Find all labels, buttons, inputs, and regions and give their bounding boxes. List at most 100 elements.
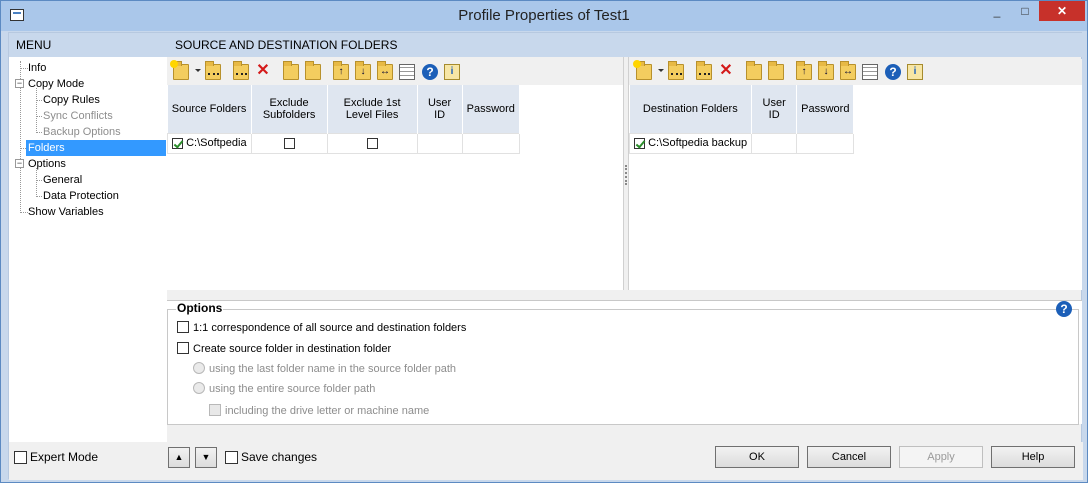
- password-cell[interactable]: [461, 132, 520, 154]
- destination-folders-header[interactable]: Destination Folders: [629, 85, 753, 133]
- password-header[interactable]: Password: [462, 85, 520, 133]
- menu-item-show-variables[interactable]: Show Variables: [26, 204, 106, 220]
- user-id-header[interactable]: User ID: [751, 85, 798, 133]
- user-id-header[interactable]: User ID: [417, 85, 463, 133]
- info-icon[interactable]: i: [444, 64, 460, 80]
- radio-last-folder-option[interactable]: using the last folder name in the source…: [193, 361, 456, 377]
- delete-icon[interactable]: ✕: [718, 63, 734, 80]
- title-bar[interactable]: Profile Properties of Test1 _ □ ✕: [1, 1, 1087, 31]
- columns-icon[interactable]: [399, 64, 415, 80]
- new-folder-star-icon[interactable]: [205, 61, 221, 80]
- menu-item-data-protection[interactable]: Data Protection: [41, 188, 121, 204]
- options-title: Options: [176, 301, 224, 315]
- next-page-button[interactable]: ▼: [195, 447, 217, 468]
- profile-properties-window: Profile Properties of Test1 _ □ ✕ MENU −…: [0, 0, 1088, 483]
- destination-folders-grid[interactable]: Destination Folders User ID Password C:\…: [628, 85, 1082, 290]
- include-drive-checkbox[interactable]: [209, 404, 221, 416]
- options-group: Options ? 1:1 correspondence of all sour…: [167, 300, 1082, 425]
- ok-button[interactable]: OK: [715, 446, 799, 468]
- menu-item-info[interactable]: Info: [26, 60, 48, 76]
- collapse-icon[interactable]: −: [15, 159, 24, 168]
- expert-mode-checkbox[interactable]: [14, 451, 27, 464]
- user-id-cell[interactable]: [416, 132, 463, 154]
- expert-mode-option[interactable]: Expert Mode: [14, 449, 98, 465]
- maximize-button[interactable]: □: [1011, 1, 1039, 21]
- destination-table: Destination Folders User ID Password C:\…: [628, 85, 855, 154]
- source-folder-checkbox[interactable]: [172, 137, 183, 149]
- info-icon[interactable]: i: [907, 64, 923, 80]
- options-help-icon[interactable]: ?: [1056, 301, 1072, 317]
- minimize-button[interactable]: _: [983, 1, 1011, 21]
- source-folders-grid[interactable]: Source Folders Exclude Subfolders Exclud…: [167, 85, 623, 290]
- destination-folder-cell[interactable]: C:\Softpedia backup: [628, 132, 753, 154]
- new-folder-icon[interactable]: [170, 60, 189, 80]
- exclude-first-level-cell[interactable]: [326, 132, 418, 154]
- destination-folder-checkbox[interactable]: [634, 137, 645, 149]
- menu-item-general[interactable]: General: [41, 172, 84, 188]
- help-button[interactable]: Help: [991, 446, 1075, 468]
- exclude-first-level-checkbox[interactable]: [366, 137, 378, 149]
- user-id-cell[interactable]: [751, 132, 798, 154]
- find-folder-icon[interactable]: [746, 61, 762, 80]
- source-folders-header[interactable]: Source Folders: [167, 85, 252, 133]
- menu-item-folders[interactable]: Folders: [26, 140, 166, 156]
- correspondence-checkbox[interactable]: [177, 321, 189, 333]
- create-source-checkbox[interactable]: [177, 342, 189, 354]
- menu-item-copy-mode[interactable]: Copy Mode: [26, 76, 86, 92]
- exclude-subfolders-checkbox[interactable]: [283, 137, 295, 149]
- create-source-option[interactable]: Create source folder in destination fold…: [177, 341, 391, 357]
- menu-item-copy-rules[interactable]: Copy Rules: [41, 92, 102, 108]
- password-cell[interactable]: [796, 132, 855, 154]
- delete-icon[interactable]: ✕: [255, 63, 271, 80]
- move-down-icon[interactable]: ↓: [818, 61, 834, 80]
- source-folder-path: C:\Softpedia: [186, 137, 247, 149]
- close-button[interactable]: ✕: [1039, 1, 1085, 21]
- swap-icon[interactable]: ↔: [377, 61, 393, 80]
- correspondence-option[interactable]: 1:1 correspondence of all source and des…: [177, 320, 466, 336]
- radio-entire-path-option[interactable]: using the entire source folder path: [193, 381, 375, 397]
- menu-item-options[interactable]: Options: [26, 156, 68, 172]
- exclude-subfolders-header[interactable]: Exclude Subfolders: [251, 85, 328, 133]
- search-folder-icon[interactable]: [305, 61, 321, 80]
- destination-folder-path: C:\Softpedia backup: [648, 137, 748, 149]
- previous-page-button[interactable]: ▲: [168, 447, 190, 468]
- dialog-client-area: MENU − − Info Copy Mode Copy Rules Sync …: [8, 32, 1083, 480]
- save-changes-option[interactable]: Save changes: [225, 449, 317, 465]
- exclude-first-level-header[interactable]: Exclude 1st Level Files: [327, 85, 418, 133]
- tree-line: [36, 88, 37, 131]
- radio-entire-path[interactable]: [193, 382, 205, 394]
- dropdown-arrow-icon[interactable]: [658, 69, 664, 72]
- source-table: Source Folders Exclude Subfolders Exclud…: [167, 85, 520, 154]
- radio-last-folder[interactable]: [193, 362, 205, 374]
- password-header[interactable]: Password: [796, 85, 855, 133]
- move-up-icon[interactable]: ↑: [796, 61, 812, 80]
- find-folder-icon[interactable]: [283, 61, 299, 80]
- apply-button[interactable]: Apply: [899, 446, 983, 468]
- move-up-icon[interactable]: ↑: [333, 61, 349, 80]
- splitter-grip[interactable]: [625, 165, 627, 185]
- help-icon[interactable]: ?: [422, 64, 438, 80]
- exclude-subfolders-cell[interactable]: [250, 132, 328, 154]
- table-row[interactable]: C:\Softpedia backup: [628, 132, 855, 154]
- save-changes-checkbox[interactable]: [225, 451, 238, 464]
- collapse-icon[interactable]: −: [15, 79, 24, 88]
- include-drive-option[interactable]: including the drive letter or machine na…: [209, 403, 429, 419]
- new-folder-star-icon[interactable]: [668, 61, 684, 80]
- browse-folder-icon[interactable]: [696, 61, 712, 80]
- browse-folder-icon[interactable]: [233, 61, 249, 80]
- new-folder-icon[interactable]: [633, 60, 652, 80]
- expert-mode-label: Expert Mode: [30, 450, 99, 464]
- swap-icon[interactable]: ↔: [840, 61, 856, 80]
- search-folder-icon[interactable]: [768, 61, 784, 80]
- source-folder-cell[interactable]: C:\Softpedia: [167, 132, 252, 154]
- cancel-button[interactable]: Cancel: [807, 446, 891, 468]
- help-icon[interactable]: ?: [885, 64, 901, 80]
- move-down-icon[interactable]: ↓: [355, 61, 371, 80]
- menu-tree[interactable]: − − Info Copy Mode Copy Rules Sync Confl…: [9, 57, 167, 442]
- menu-item-sync-conflicts[interactable]: Sync Conflicts: [41, 108, 115, 124]
- dropdown-arrow-icon[interactable]: [195, 69, 201, 72]
- columns-icon[interactable]: [862, 64, 878, 80]
- table-row[interactable]: C:\Softpedia: [167, 132, 520, 154]
- menu-item-backup-options[interactable]: Backup Options: [41, 124, 123, 140]
- radio-last-folder-label: using the last folder name in the source…: [209, 363, 457, 375]
